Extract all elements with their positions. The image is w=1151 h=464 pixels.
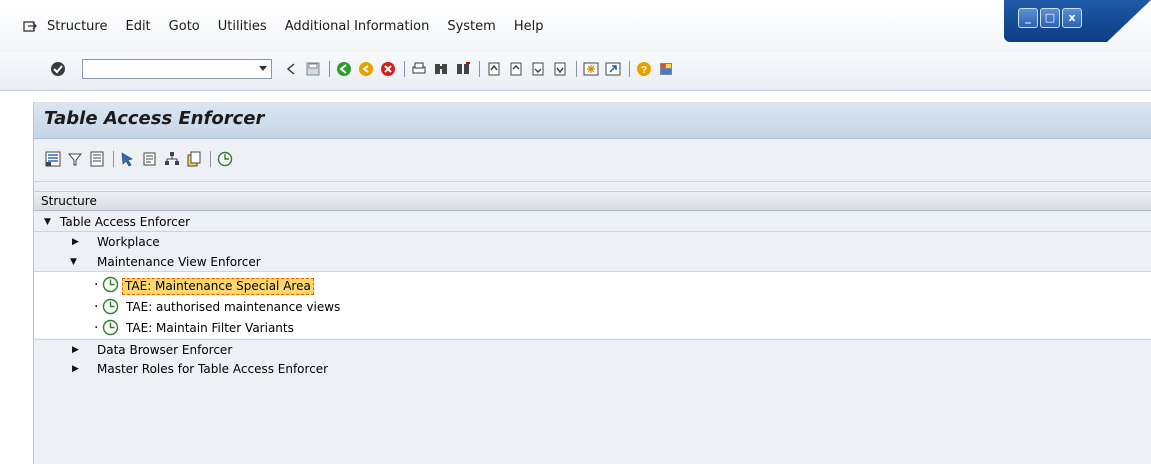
collapsed-arrow-icon[interactable]: ▶: [72, 232, 79, 252]
tree-header: Structure: [34, 191, 1151, 211]
menu-edit[interactable]: Edit: [125, 19, 150, 34]
menu-structure[interactable]: Structure: [47, 19, 107, 34]
expand-all-icon[interactable]: [45, 151, 61, 167]
enter-checkmark-icon[interactable]: [50, 61, 66, 80]
toolbar-separator: [576, 61, 577, 77]
find-icon[interactable]: [433, 61, 449, 77]
toolbar-separator: [329, 61, 330, 77]
tree-leaf-tx3[interactable]: · TAE: Maintain Filter Variants: [34, 318, 1151, 338]
command-field[interactable]: [82, 59, 272, 79]
display-icon[interactable]: [142, 151, 158, 167]
expanded-arrow-icon[interactable]: ▼: [44, 212, 51, 232]
svg-text:?: ?: [641, 65, 647, 76]
application-toolbar-icons: [45, 151, 239, 167]
transaction-label: TAE: Maintain Filter Variants: [126, 321, 294, 335]
tree-node-table-access-enforcer[interactable]: ▼ Table Access Enforcer: [34, 212, 1151, 232]
create-session-icon[interactable]: [583, 61, 599, 77]
filter-icon[interactable]: [67, 151, 83, 167]
execute-icon[interactable]: [217, 151, 233, 167]
title-bar: Table Access Enforcer: [34, 102, 1151, 139]
generate-shortcut-icon[interactable]: [605, 61, 621, 77]
details-icon[interactable]: [89, 151, 105, 167]
tree-header-label: Structure: [41, 194, 97, 208]
menu-tree: Structure ▼ Table Access Enforcer ▶ Work…: [34, 191, 1151, 464]
cancel-icon[interactable]: [380, 61, 396, 77]
save-icon[interactable]: [305, 61, 321, 77]
tree-leaf-tx1[interactable]: · TAE: Maintenance Special Area: [34, 275, 1151, 295]
back-icon[interactable]: [336, 61, 352, 77]
hierarchy-icon[interactable]: [164, 151, 180, 167]
selected-transaction-label: TAE: Maintenance Special Area: [122, 278, 314, 295]
menu-system[interactable]: System: [447, 19, 495, 34]
tree-node-maintenance-view-enforcer[interactable]: ▼ Maintenance View Enforcer: [34, 252, 1151, 272]
close-button[interactable]: x: [1062, 8, 1082, 28]
content-panel: Table Access Enforcer Structure ▼ Table …: [33, 102, 1151, 464]
previous-page-icon[interactable]: [508, 61, 524, 77]
copy-icon[interactable]: [186, 151, 202, 167]
collapsed-arrow-icon[interactable]: ▶: [72, 340, 79, 360]
exit-icon[interactable]: [358, 61, 374, 77]
transaction-label: TAE: authorised maintenance views: [126, 300, 341, 314]
bullet: ·: [94, 299, 99, 315]
standard-toolbar-icons: ?: [283, 61, 680, 77]
help-icon[interactable]: ?: [636, 61, 652, 77]
tree-node-master-roles[interactable]: ▶ Master Roles for Table Access Enforcer: [34, 359, 1151, 379]
bullet: ·: [94, 277, 99, 293]
minimize-button[interactable]: _: [1018, 8, 1038, 28]
tree-node-workplace[interactable]: ▶ Workplace: [34, 232, 1151, 252]
menu-help[interactable]: Help: [514, 19, 544, 34]
last-page-icon[interactable]: [552, 61, 568, 77]
menu-goto[interactable]: Goto: [169, 19, 200, 34]
next-page-icon[interactable]: [530, 61, 546, 77]
application-toolbar: [34, 139, 1151, 182]
toolbar-separator: [404, 61, 405, 77]
toolbar-separator: [113, 151, 114, 167]
menu-utilities[interactable]: Utilities: [218, 19, 267, 34]
tree-node-data-browser-enforcer[interactable]: ▶ Data Browser Enforcer: [34, 339, 1151, 359]
window-controls: _ □ x: [1018, 8, 1082, 28]
menu-toggle-icon[interactable]: [23, 20, 37, 33]
menu-additional-information[interactable]: Additional Information: [285, 19, 430, 34]
select-icon[interactable]: [120, 151, 136, 167]
menu-items: Structure Edit Goto Utilities Additional…: [23, 19, 561, 34]
transaction-clock-icon: [102, 276, 119, 299]
collapsed-arrow-icon[interactable]: ▶: [72, 359, 79, 379]
collapse-command-field-icon[interactable]: [283, 61, 299, 77]
first-page-icon[interactable]: [486, 61, 502, 77]
menu-bar: Structure Edit Goto Utilities Additional…: [0, 0, 1151, 52]
toolbar-separator: [479, 61, 480, 77]
chevron-down-icon[interactable]: [259, 66, 267, 71]
tree-leaf-tx2[interactable]: · TAE: authorised maintenance views: [34, 297, 1151, 317]
bullet: ·: [94, 320, 99, 336]
toolbar-separator: [629, 61, 630, 77]
customize-layout-icon[interactable]: [658, 61, 674, 77]
command-input[interactable]: [83, 60, 256, 78]
page-title: Table Access Enforcer: [44, 108, 265, 129]
expanded-arrow-icon[interactable]: ▼: [70, 252, 77, 272]
maximize-button[interactable]: □: [1040, 8, 1060, 28]
print-icon[interactable]: [411, 61, 427, 77]
toolbar-separator: [210, 151, 211, 167]
standard-toolbar: ?: [0, 52, 1151, 91]
find-next-icon[interactable]: [455, 61, 471, 77]
